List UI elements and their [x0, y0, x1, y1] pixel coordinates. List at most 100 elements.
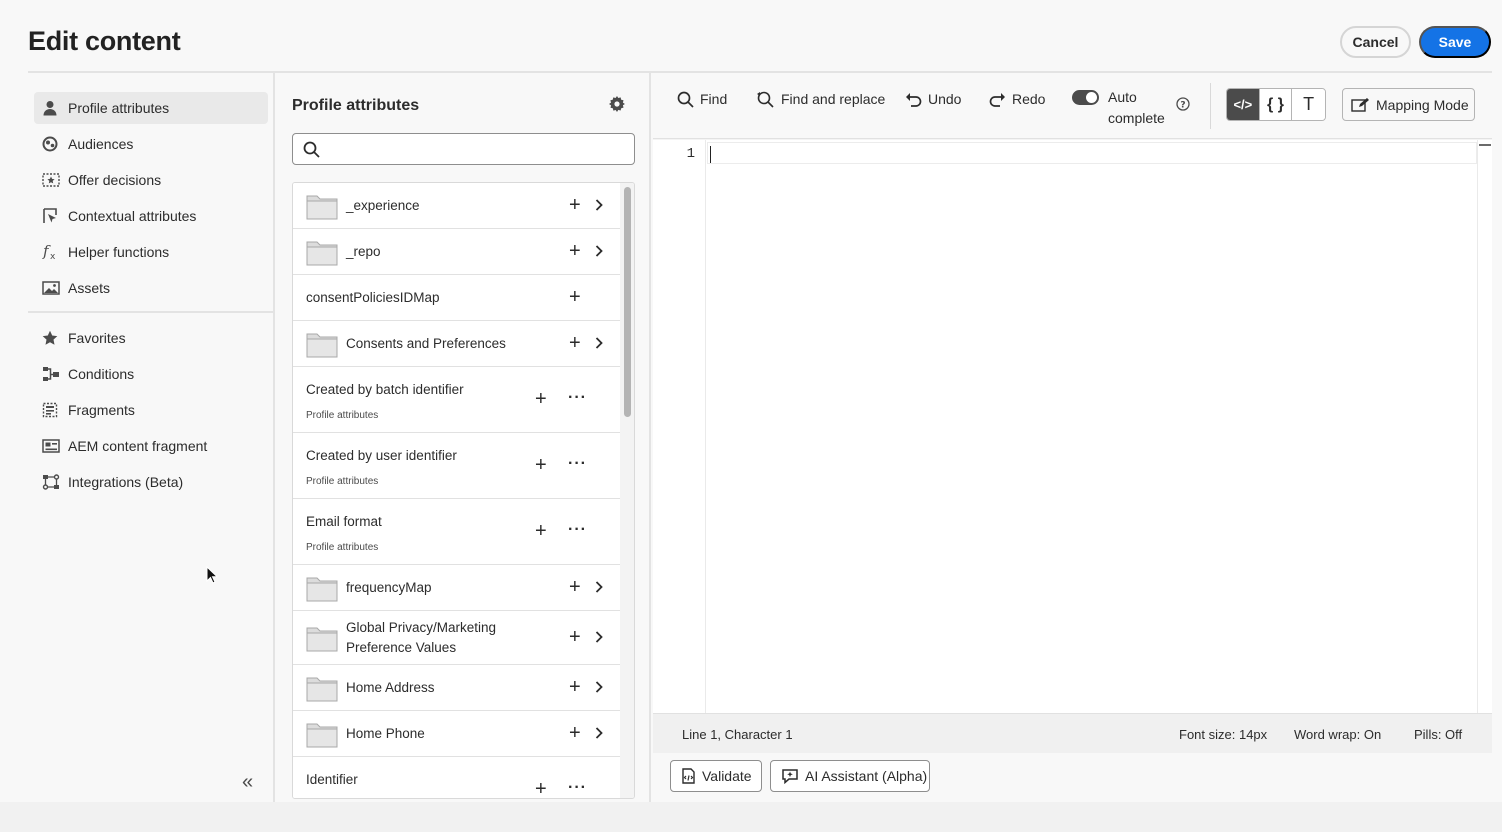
add-icon[interactable]: +: [535, 779, 547, 798]
chevron-right-icon[interactable]: [595, 245, 603, 257]
json-mode-button[interactable]: { }: [1259, 89, 1293, 120]
add-icon[interactable]: +: [535, 389, 547, 409]
list-item[interactable]: Created by batch identifier Profile attr…: [293, 367, 620, 433]
star-icon: [34, 330, 60, 346]
list-item-label: Home Address: [346, 680, 435, 695]
more-icon[interactable]: ···: [568, 521, 587, 539]
mapping-mode-label: Mapping Mode: [1376, 96, 1469, 113]
editor-minimap[interactable]: [1477, 140, 1492, 713]
add-icon[interactable]: +: [535, 455, 547, 475]
find-replace-label: Find and replace: [781, 91, 886, 107]
more-icon[interactable]: ···: [568, 779, 587, 797]
search-field[interactable]: [292, 133, 635, 165]
help-icon[interactable]: ?: [1176, 97, 1190, 111]
mapping-mode-button[interactable]: Mapping Mode: [1342, 88, 1475, 121]
chevron-right-icon[interactable]: [595, 199, 603, 211]
list-item[interactable]: Global Privacy/Marketing Preference Valu…: [293, 611, 620, 665]
autocomplete-label: Auto complete: [1108, 87, 1165, 129]
nav-item-conditions[interactable]: Conditions: [34, 358, 268, 390]
status-bar: Line 1, Character 1 Font size: 14px Word…: [653, 713, 1492, 753]
scrollbar-thumb[interactable]: [624, 187, 631, 417]
nav-item-fragments[interactable]: Fragments: [34, 394, 268, 426]
nav-item-assets[interactable]: Assets: [34, 272, 268, 304]
list-item[interactable]: Consents and Preferences +: [293, 321, 620, 367]
list-item-label: consentPoliciesIDMap: [306, 290, 440, 305]
chevron-right-icon[interactable]: [595, 681, 603, 693]
nav-item-label: Fragments: [68, 402, 135, 418]
ai-assistant-button[interactable]: AI Assistant (Alpha): [770, 760, 930, 792]
gear-icon[interactable]: [608, 95, 626, 113]
find-replace-button[interactable]: Find and replace: [756, 89, 885, 109]
undo-button[interactable]: Undo: [905, 89, 961, 109]
branch-icon: [34, 366, 60, 382]
pills-status[interactable]: Pills: Off: [1414, 727, 1462, 742]
contextual-icon: [34, 208, 60, 224]
list-item[interactable]: Email format Profile attributes + ···: [293, 499, 620, 565]
search-icon: [677, 91, 694, 108]
nav-item-label: Conditions: [68, 366, 135, 382]
nav-item-audiences[interactable]: Audiences: [34, 128, 268, 160]
save-button[interactable]: Save: [1419, 26, 1491, 58]
list-item[interactable]: Identifier + ···: [293, 757, 620, 798]
chevron-right-icon[interactable]: [595, 581, 603, 593]
list-item[interactable]: _repo +: [293, 229, 620, 275]
validate-icon: [681, 768, 696, 784]
svg-text:x: x: [50, 252, 56, 261]
list-item[interactable]: _experience +: [293, 183, 620, 229]
code-mode-button[interactable]: </>: [1227, 89, 1260, 120]
panel-title: Profile attributes: [292, 97, 420, 114]
redo-button[interactable]: Redo: [989, 89, 1045, 109]
more-icon[interactable]: ···: [568, 455, 587, 473]
find-button[interactable]: Find: [677, 89, 727, 109]
add-icon[interactable]: +: [569, 287, 581, 307]
nav-divider: [28, 311, 273, 313]
add-icon[interactable]: +: [569, 577, 581, 597]
nav-item-aem-content-fragment[interactable]: AEM content fragment: [34, 430, 268, 462]
nav-item-offer-decisions[interactable]: Offer decisions: [34, 164, 268, 196]
nav-item-contextual-attributes[interactable]: Contextual attributes: [34, 200, 268, 232]
list-item[interactable]: Home Phone +: [293, 711, 620, 757]
line-gutter: 1: [653, 140, 706, 713]
word-wrap-status[interactable]: Word wrap: On: [1294, 727, 1381, 742]
add-icon[interactable]: +: [535, 521, 547, 541]
nav-item-integrations[interactable]: Integrations (Beta): [34, 466, 268, 498]
folder-icon: [306, 720, 338, 748]
add-icon[interactable]: +: [569, 195, 581, 215]
collapse-sidebar-button[interactable]: «: [242, 771, 253, 794]
ai-assistant-icon: [781, 768, 799, 784]
nav-item-favorites[interactable]: Favorites: [34, 322, 268, 354]
list-item[interactable]: Home Address +: [293, 665, 620, 711]
chevron-right-icon[interactable]: [595, 337, 603, 349]
svg-text:?: ?: [1180, 100, 1185, 110]
list-item-label: Created by user identifier: [306, 448, 457, 463]
folder-icon: [306, 674, 338, 702]
more-icon[interactable]: ···: [568, 389, 587, 407]
text-mode-button[interactable]: T: [1292, 89, 1325, 120]
code-editor[interactable]: 1: [653, 140, 1492, 713]
folder-icon: [306, 574, 338, 602]
font-size-status[interactable]: Font size: 14px: [1179, 727, 1267, 742]
search-input[interactable]: [326, 141, 634, 157]
list-item[interactable]: frequencyMap +: [293, 565, 620, 611]
chevron-right-icon[interactable]: [595, 631, 603, 643]
edit-mapping-icon: [1351, 97, 1369, 113]
add-icon[interactable]: +: [569, 677, 581, 697]
list-item[interactable]: consentPoliciesIDMap +: [293, 275, 620, 321]
add-icon[interactable]: +: [569, 627, 581, 647]
undo-icon: [905, 92, 922, 107]
nav-item-helper-functions[interactable]: fx Helper functions: [34, 236, 268, 268]
chevron-right-icon[interactable]: [595, 727, 603, 739]
validate-button[interactable]: Validate: [670, 760, 762, 792]
nav-item-profile-attributes[interactable]: Profile attributes: [34, 92, 268, 124]
cancel-button[interactable]: Cancel: [1340, 26, 1411, 58]
toolbar-divider: [1210, 83, 1211, 129]
undo-label: Undo: [928, 91, 962, 107]
add-icon[interactable]: +: [569, 723, 581, 743]
integrations-icon: [34, 474, 60, 490]
list-item[interactable]: Created by user identifier Profile attri…: [293, 433, 620, 499]
add-icon[interactable]: +: [569, 241, 581, 261]
fragment-icon: [34, 402, 60, 418]
add-icon[interactable]: +: [569, 333, 581, 353]
list-item-source: Profile attributes: [306, 542, 379, 553]
autocomplete-toggle[interactable]: [1072, 90, 1099, 105]
